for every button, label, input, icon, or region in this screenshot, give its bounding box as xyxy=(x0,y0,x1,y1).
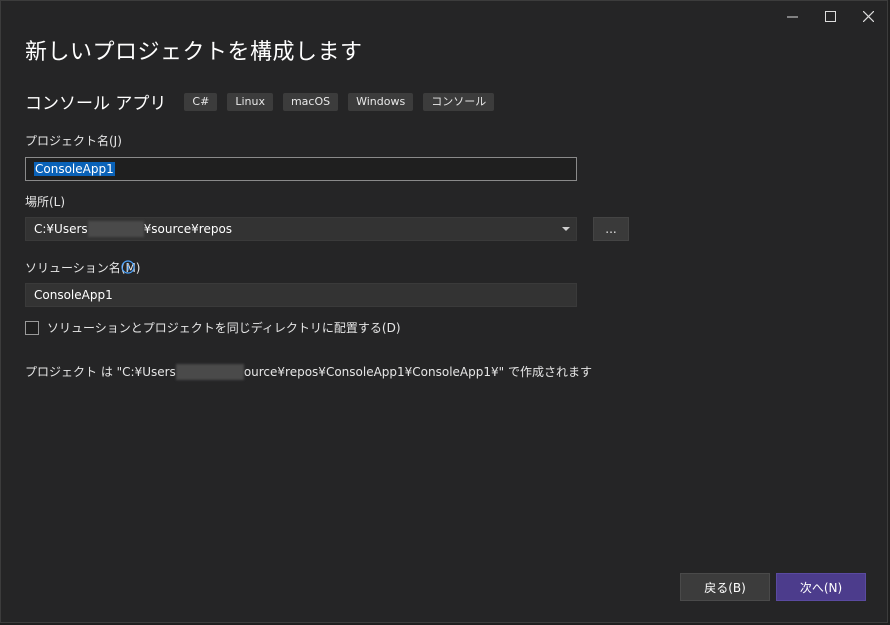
next-button[interactable]: 次へ(N) xyxy=(776,573,866,601)
dialog-window: 新しいプロジェクトを構成します コンソール アプリ C# Linux macOS… xyxy=(0,0,888,623)
redacted-username xyxy=(87,221,144,237)
summary-prefix: プロジェクト は "C:¥Users xyxy=(25,365,176,379)
template-row: コンソール アプリ C# Linux macOS Windows コンソール xyxy=(25,89,504,114)
solution-name-input[interactable]: ConsoleApp1 xyxy=(25,283,577,307)
back-button[interactable]: 戻る(B) xyxy=(680,573,770,601)
location-label: 場所(L) xyxy=(25,195,66,209)
tag-macos: macOS xyxy=(282,92,339,111)
location-combobox[interactable]: C:¥Users ¥source¥repos xyxy=(25,217,577,241)
template-name: コンソール アプリ xyxy=(25,94,167,114)
project-name-label: プロジェクト名(J) xyxy=(25,134,122,148)
page-title: 新しいプロジェクトを構成します xyxy=(25,40,363,65)
project-name-value: ConsoleApp1 xyxy=(34,162,115,176)
location-suffix: ¥source¥repos xyxy=(143,222,233,236)
browse-button[interactable]: ... xyxy=(593,217,629,241)
close-icon[interactable] xyxy=(849,1,887,31)
tag-csharp: C# xyxy=(184,92,218,111)
chevron-down-icon[interactable] xyxy=(562,227,570,232)
project-name-input[interactable]: ConsoleApp1 xyxy=(25,157,577,181)
redacted-username xyxy=(175,363,244,380)
project-path-summary: プロジェクト は "C:¥Users ource¥repos¥ConsoleAp… xyxy=(25,363,592,380)
same-dir-checkbox-row[interactable]: ソリューションとプロジェクトを同じディレクトリに配置する(D) xyxy=(25,319,401,336)
tag-console: コンソール xyxy=(423,92,495,111)
summary-suffix: ource¥repos¥ConsoleApp1¥ConsoleApp1¥" で作… xyxy=(243,365,592,379)
same-dir-checkbox-label[interactable]: ソリューションとプロジェクトを同じディレクトリに配置する(D) xyxy=(47,319,401,336)
tag-windows: Windows xyxy=(348,92,414,111)
same-dir-checkbox[interactable] xyxy=(25,320,39,335)
maximize-icon[interactable] xyxy=(811,1,849,31)
window-controls xyxy=(773,1,887,31)
info-icon[interactable] xyxy=(121,259,135,278)
tag-linux: Linux xyxy=(227,92,273,111)
location-prefix: C:¥Users xyxy=(34,222,88,236)
solution-name-value: ConsoleApp1 xyxy=(34,288,113,302)
minimize-icon[interactable] xyxy=(773,1,811,31)
